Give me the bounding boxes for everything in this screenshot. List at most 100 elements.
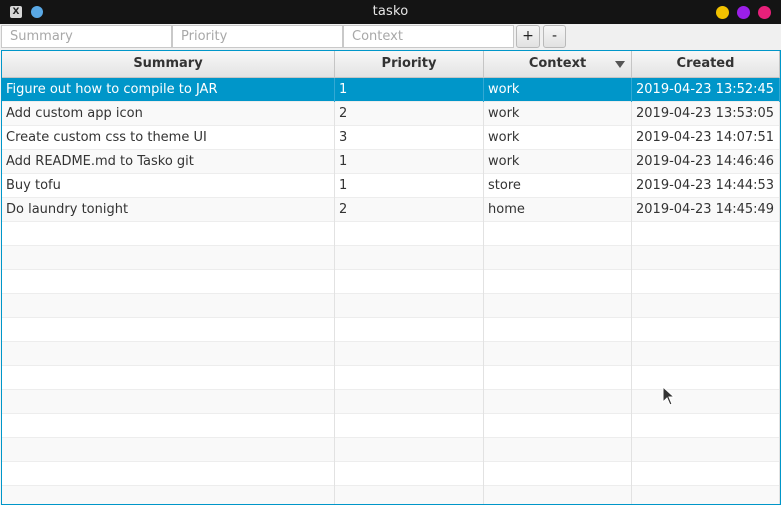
empty-row[interactable] [2, 270, 780, 294]
cell-context [484, 366, 632, 390]
cell-summary: Create custom css to theme UI [2, 126, 335, 150]
cell-created [632, 414, 780, 438]
cell-summary: Add README.md to Tasko git [2, 150, 335, 174]
cell-summary [2, 486, 335, 504]
title-bar: X tasko [0, 0, 781, 24]
table-header: Summary Priority Context Created [2, 51, 780, 78]
cell-created [632, 318, 780, 342]
cell-priority: 1 [335, 78, 484, 102]
cell-summary [2, 462, 335, 486]
cell-priority [335, 366, 484, 390]
summary-input[interactable] [1, 25, 172, 48]
cell-context [484, 222, 632, 246]
cell-context: store [484, 174, 632, 198]
cell-created [632, 270, 780, 294]
cell-priority [335, 294, 484, 318]
cell-created [632, 366, 780, 390]
sort-descending-icon [615, 61, 625, 68]
column-header-priority[interactable]: Priority [335, 51, 484, 77]
cell-created: 2019-04-23 14:07:51 [632, 126, 780, 150]
cell-summary: Buy tofu [2, 174, 335, 198]
cell-created: 2019-04-23 14:46:46 [632, 150, 780, 174]
cell-context [484, 486, 632, 504]
table-row[interactable]: Do laundry tonight 2 home 2019-04-23 14:45:… [2, 198, 780, 222]
empty-row[interactable] [2, 342, 780, 366]
cell-created: 2019-04-23 14:45:49 [632, 198, 780, 222]
column-header-context-label: Context [528, 56, 587, 71]
table-row[interactable]: Buy tofu 1 store 2019-04-23 14:44:53 [2, 174, 780, 198]
cell-context: home [484, 198, 632, 222]
cell-created: 2019-04-23 13:52:45 [632, 78, 780, 102]
cell-priority [335, 462, 484, 486]
table-row[interactable]: Figure out how to compile to JAR 1 work 201… [2, 78, 780, 102]
add-task-button[interactable]: + [516, 25, 540, 48]
empty-row[interactable] [2, 438, 780, 462]
cell-summary [2, 390, 335, 414]
cell-created [632, 462, 780, 486]
cell-summary [2, 414, 335, 438]
cell-created [632, 486, 780, 504]
cell-context: work [484, 126, 632, 150]
context-input[interactable] [343, 25, 514, 48]
cell-summary: Do laundry tonight [2, 198, 335, 222]
priority-input[interactable] [172, 25, 343, 48]
table-row[interactable]: Add README.md to Tasko git 1 work 2019-04-2… [2, 150, 780, 174]
cell-context [484, 462, 632, 486]
cell-summary: Figure out how to compile to JAR [2, 78, 335, 102]
cell-summary [2, 222, 335, 246]
toolbar: + - [0, 24, 781, 50]
empty-row[interactable] [2, 414, 780, 438]
table-body: Figure out how to compile to JAR 1 work 201… [2, 78, 780, 504]
cell-context [484, 438, 632, 462]
cell-created [632, 342, 780, 366]
cell-created [632, 390, 780, 414]
cell-summary [2, 318, 335, 342]
cell-summary [2, 246, 335, 270]
cell-priority: 1 [335, 174, 484, 198]
cell-priority: 3 [335, 126, 484, 150]
column-header-created[interactable]: Created [632, 51, 780, 77]
cell-context [484, 342, 632, 366]
empty-row[interactable] [2, 486, 780, 504]
cell-context: work [484, 150, 632, 174]
cell-priority [335, 390, 484, 414]
remove-task-button[interactable]: - [543, 25, 566, 48]
cell-created [632, 246, 780, 270]
column-header-summary[interactable]: Summary [2, 51, 335, 77]
empty-row[interactable] [2, 222, 780, 246]
cell-summary [2, 294, 335, 318]
cell-priority [335, 270, 484, 294]
empty-row[interactable] [2, 462, 780, 486]
maximize-button[interactable] [737, 6, 750, 19]
cell-priority: 1 [335, 150, 484, 174]
cell-created: 2019-04-23 13:53:05 [632, 102, 780, 126]
task-table[interactable]: Summary Priority Context Created Figure … [1, 50, 781, 505]
table-row[interactable]: Add custom app icon 2 work 2019-04-23 13:53… [2, 102, 780, 126]
cell-context: work [484, 102, 632, 126]
cell-created [632, 438, 780, 462]
close-button[interactable] [758, 6, 771, 19]
cell-priority [335, 414, 484, 438]
cell-context [484, 246, 632, 270]
cell-priority [335, 486, 484, 504]
empty-row[interactable] [2, 246, 780, 270]
table-row[interactable]: Create custom css to theme UI 3 work 2019-0… [2, 126, 780, 150]
cell-summary [2, 366, 335, 390]
cell-context [484, 318, 632, 342]
column-header-context[interactable]: Context [484, 51, 632, 77]
mouse-cursor-icon [662, 386, 676, 406]
window-title: tasko [372, 4, 409, 19]
cell-context [484, 270, 632, 294]
minimize-button[interactable] [716, 6, 729, 19]
empty-row[interactable] [2, 318, 780, 342]
cell-context [484, 294, 632, 318]
cell-priority: 2 [335, 102, 484, 126]
cell-priority [335, 222, 484, 246]
cell-context [484, 390, 632, 414]
cell-summary [2, 270, 335, 294]
cell-priority [335, 438, 484, 462]
cell-created [632, 222, 780, 246]
cell-summary: Add custom app icon [2, 102, 335, 126]
cell-summary [2, 342, 335, 366]
empty-row[interactable] [2, 294, 780, 318]
